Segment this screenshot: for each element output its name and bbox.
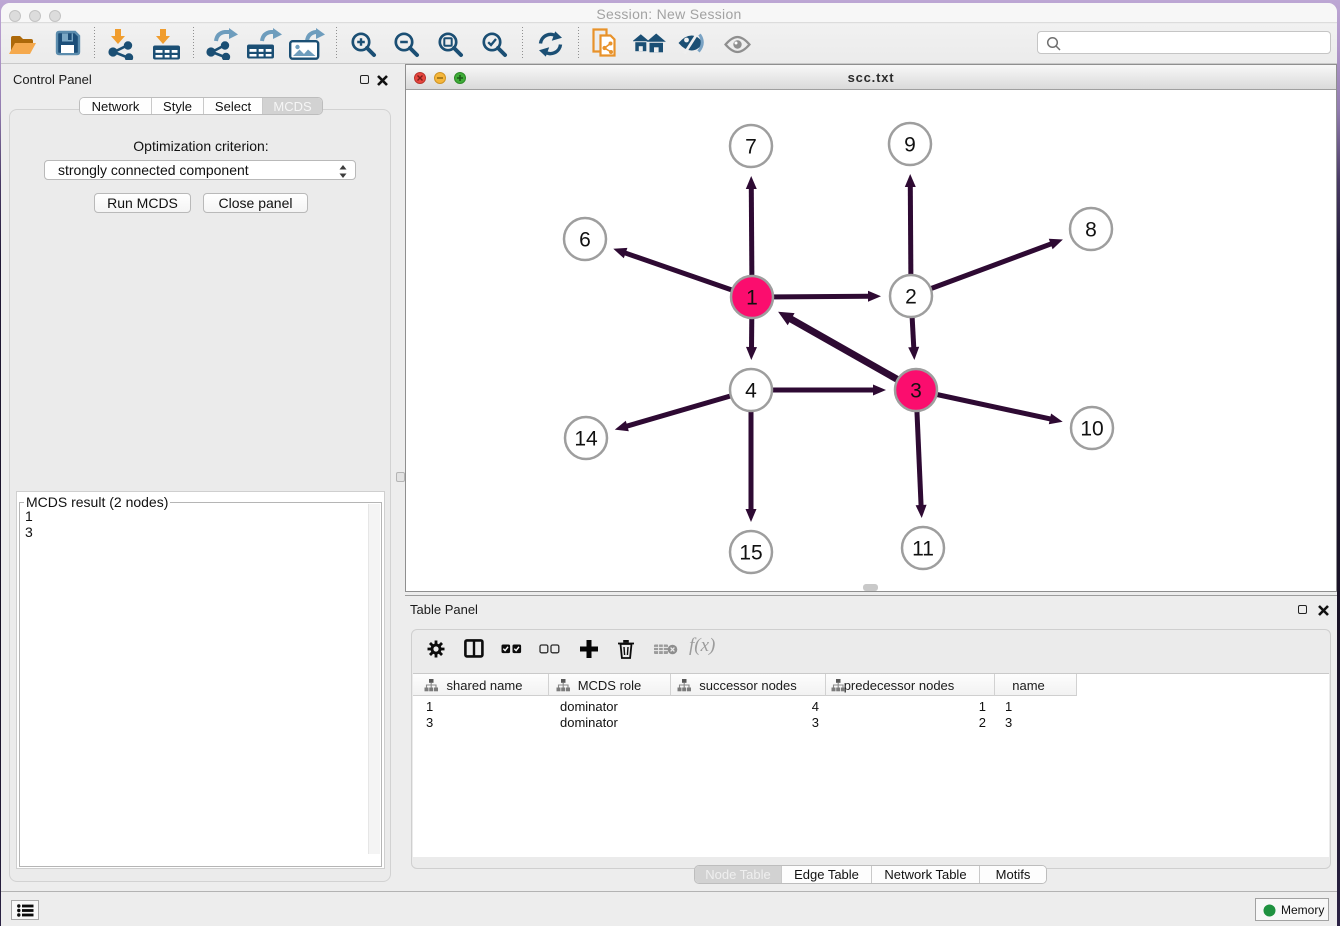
- svg-text:4: 4: [745, 380, 757, 403]
- svg-text:9: 9: [904, 134, 916, 157]
- svg-text:11: 11: [912, 538, 934, 561]
- svg-text:1: 1: [746, 287, 758, 310]
- svg-text:14: 14: [574, 428, 598, 451]
- svg-text:10: 10: [1080, 418, 1103, 441]
- svg-text:15: 15: [739, 542, 762, 565]
- svg-text:7: 7: [745, 136, 757, 159]
- svg-text:2: 2: [905, 286, 917, 309]
- svg-text:8: 8: [1085, 219, 1097, 242]
- svg-text:3: 3: [910, 380, 922, 403]
- svg-text:6: 6: [579, 229, 591, 252]
